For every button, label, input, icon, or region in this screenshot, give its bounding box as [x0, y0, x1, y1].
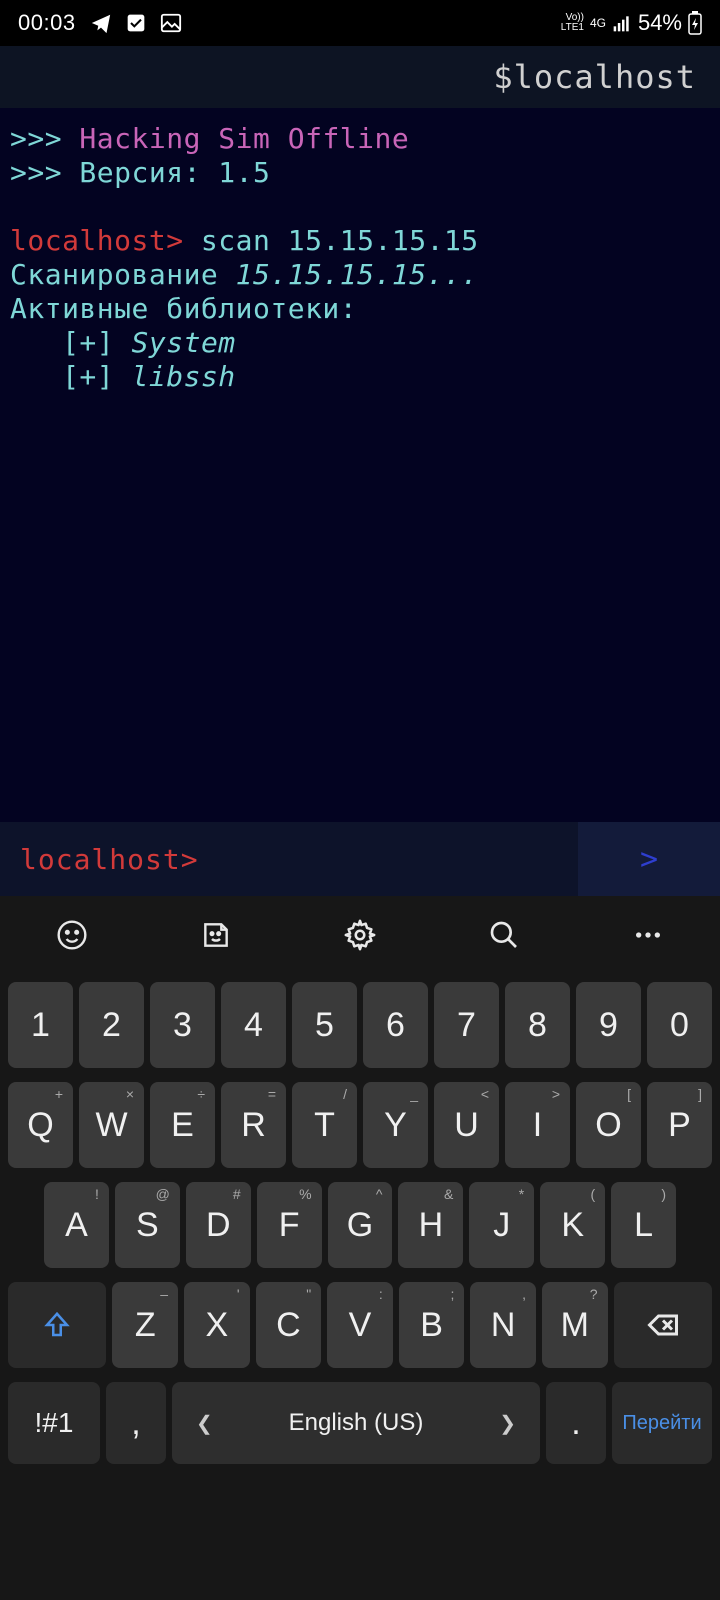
lte-label: LTE1: [561, 23, 584, 33]
key-k[interactable]: (K: [540, 1182, 605, 1268]
keyboard-row-3: !A @S #D %F ^G &H *J (K )L: [8, 1182, 712, 1268]
command-input-row: localhost> >: [0, 822, 720, 896]
key-9[interactable]: 9: [576, 982, 641, 1068]
key-h[interactable]: &H: [398, 1182, 463, 1268]
key-p[interactable]: ]P: [647, 1082, 712, 1168]
key-4[interactable]: 4: [221, 982, 286, 1068]
comma-key[interactable]: ,: [106, 1382, 166, 1464]
key-f[interactable]: %F: [257, 1182, 322, 1268]
chevron-right-icon: ❯: [499, 1411, 516, 1436]
symbols-key[interactable]: !#1: [8, 1382, 100, 1464]
key-m[interactable]: ?M: [542, 1282, 608, 1368]
send-button[interactable]: >: [578, 822, 720, 896]
keyboard-row-5: !#1 , ❮ English (US) ❯ . Перейти: [8, 1382, 712, 1464]
period-key[interactable]: .: [546, 1382, 606, 1464]
space-label: English (US): [289, 1409, 424, 1437]
key-n[interactable]: ,N: [470, 1282, 536, 1368]
soft-keyboard: 1 2 3 4 5 6 7 8 9 0 +Q ×W ÷E =R /T _Y <U…: [0, 896, 720, 1600]
key-g[interactable]: ^G: [328, 1182, 393, 1268]
sticker-icon[interactable]: [198, 917, 234, 953]
key-s[interactable]: @S: [115, 1182, 180, 1268]
key-7[interactable]: 7: [434, 982, 499, 1068]
keyboard-toolbar: [0, 896, 720, 974]
key-b[interactable]: ;B: [399, 1282, 465, 1368]
key-6[interactable]: 6: [363, 982, 428, 1068]
keyboard-row-2: +Q ×W ÷E =R /T _Y <U >I [O ]P: [8, 1082, 712, 1168]
key-0[interactable]: 0: [647, 982, 712, 1068]
more-icon[interactable]: [630, 917, 666, 953]
send-icon: >: [640, 842, 658, 877]
image-icon: [160, 12, 182, 34]
download-check-icon: [126, 13, 146, 33]
key-r[interactable]: =R: [221, 1082, 286, 1168]
backspace-key[interactable]: [614, 1282, 712, 1368]
signal-icon: [612, 13, 632, 33]
battery-charging-icon: [688, 11, 702, 35]
keyboard-row-4: –Z 'X "C :V ;B ,N ?M: [8, 1282, 712, 1368]
key-v[interactable]: :V: [327, 1282, 393, 1368]
key-j[interactable]: *J: [469, 1182, 534, 1268]
key-w[interactable]: ×W: [79, 1082, 144, 1168]
emoji-icon[interactable]: [54, 917, 90, 953]
key-q[interactable]: +Q: [8, 1082, 73, 1168]
4g-label: 4G: [590, 18, 606, 28]
telegram-icon: [90, 12, 112, 34]
space-key[interactable]: ❮ English (US) ❯: [172, 1382, 540, 1464]
terminal-output[interactable]: >>> Hacking Sim Offline >>> Версия: 1.5 …: [0, 108, 720, 822]
key-u[interactable]: <U: [434, 1082, 499, 1168]
key-3[interactable]: 3: [150, 982, 215, 1068]
key-y[interactable]: _Y: [363, 1082, 428, 1168]
key-5[interactable]: 5: [292, 982, 357, 1068]
key-d[interactable]: #D: [186, 1182, 251, 1268]
key-z[interactable]: –Z: [112, 1282, 178, 1368]
key-c[interactable]: "C: [256, 1282, 322, 1368]
key-o[interactable]: [O: [576, 1082, 641, 1168]
app-header: $localhost: [0, 46, 720, 108]
battery-percent: 54%: [638, 10, 682, 36]
app-title: $localhost: [493, 58, 696, 96]
gear-icon[interactable]: [342, 917, 378, 953]
clock: 00:03: [18, 10, 76, 36]
android-status-bar: 00:03 Vo)) LTE1 4G 54%: [0, 0, 720, 46]
key-a[interactable]: !A: [44, 1182, 109, 1268]
keyboard-row-1: 1 2 3 4 5 6 7 8 9 0: [8, 982, 712, 1068]
key-2[interactable]: 2: [79, 982, 144, 1068]
enter-key[interactable]: Перейти: [612, 1382, 712, 1464]
key-i[interactable]: >I: [505, 1082, 570, 1168]
prompt-label: localhost>: [20, 843, 199, 876]
chevron-left-icon: ❮: [196, 1411, 213, 1436]
shift-key[interactable]: [8, 1282, 106, 1368]
key-e[interactable]: ÷E: [150, 1082, 215, 1168]
key-8[interactable]: 8: [505, 982, 570, 1068]
search-icon[interactable]: [486, 917, 522, 953]
command-input[interactable]: localhost>: [0, 822, 578, 896]
key-1[interactable]: 1: [8, 982, 73, 1068]
key-x[interactable]: 'X: [184, 1282, 250, 1368]
key-t[interactable]: /T: [292, 1082, 357, 1168]
key-l[interactable]: )L: [611, 1182, 676, 1268]
